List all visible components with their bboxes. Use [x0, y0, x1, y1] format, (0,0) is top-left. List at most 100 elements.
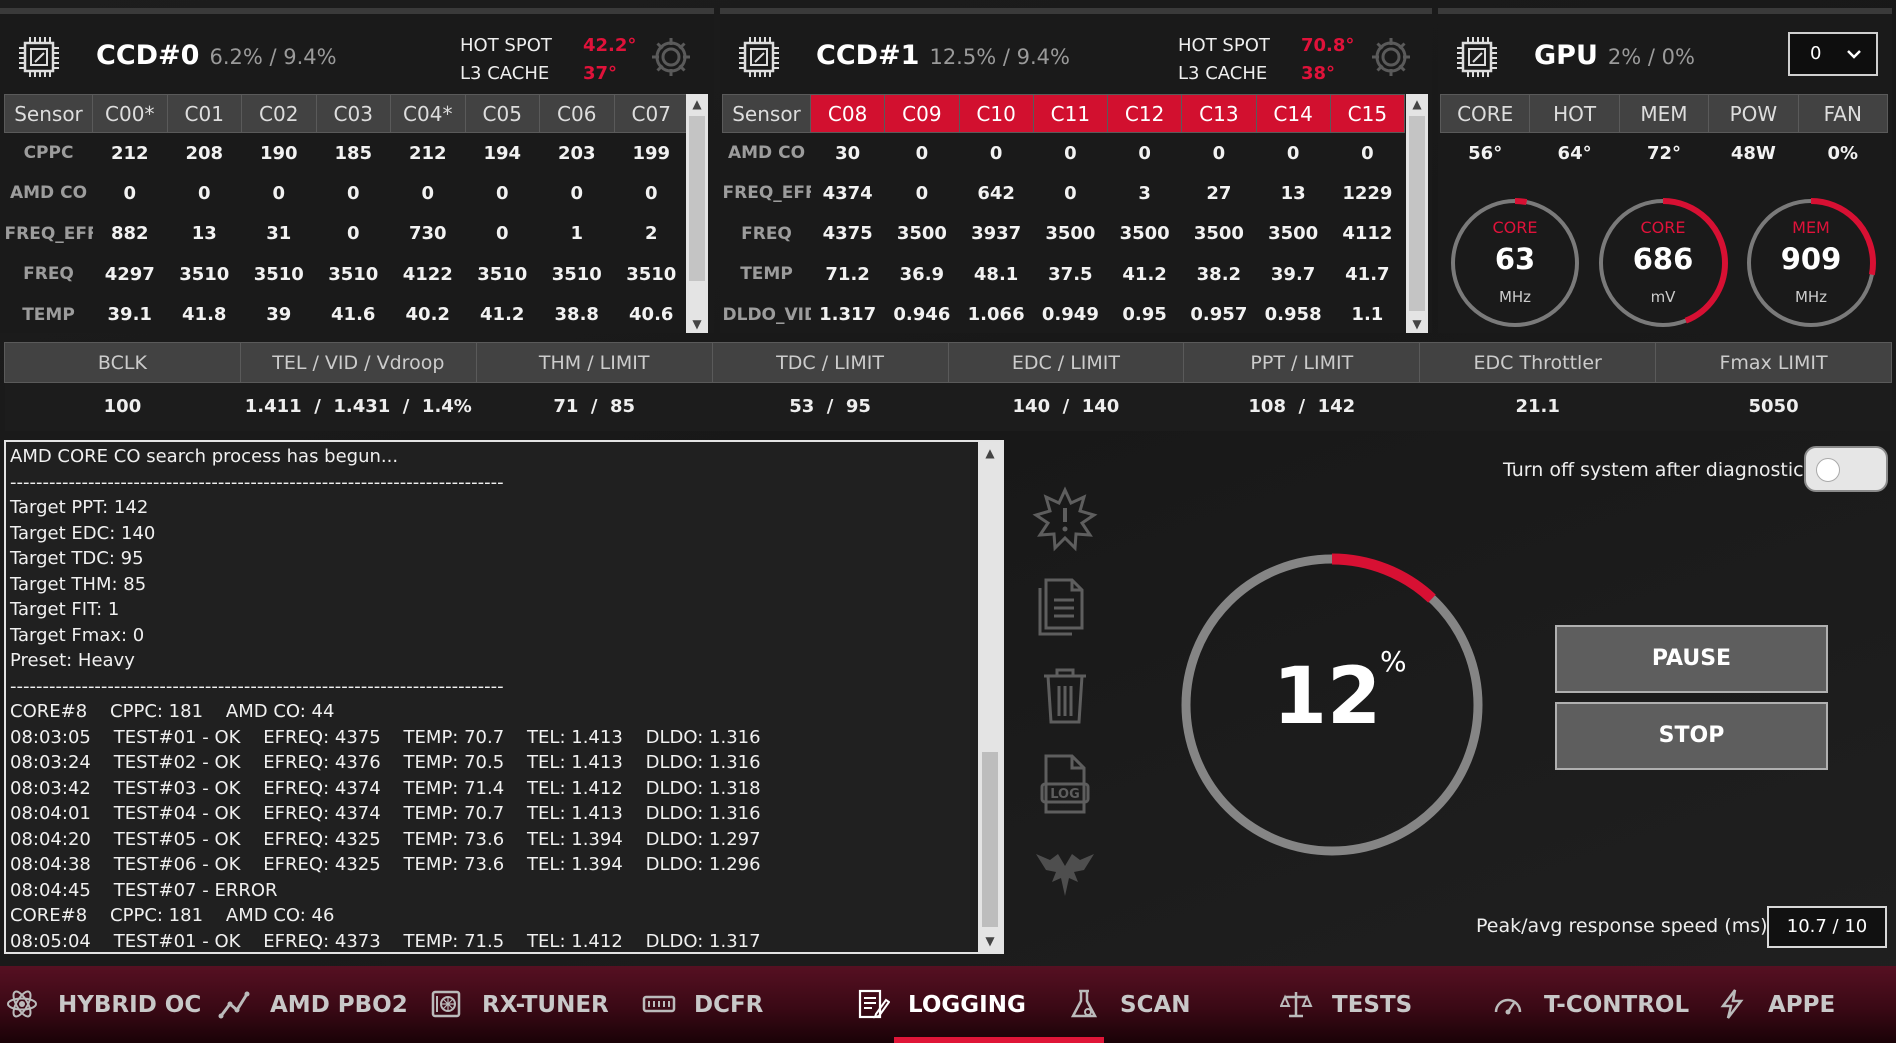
nav-item-amd-pbo2[interactable]: AMD PBO2 [218, 966, 408, 1043]
column-header[interactable]: C09 [884, 94, 960, 133]
row-label: FREQ_EFF [722, 183, 811, 204]
power-limits-table: BCLK TEL / VID / Vdroop THM / LIMIT TDC / L… [4, 342, 1892, 431]
stats-header[interactable]: TDC / LIMIT [711, 342, 949, 383]
table-cell: 4112 [1342, 223, 1393, 245]
column-header[interactable]: C11 [1032, 94, 1109, 133]
shutdown-toggle[interactable] [1804, 446, 1888, 492]
table-cell: 36.9 [899, 263, 945, 285]
ccd1-load: 12.5% / 9.4% [929, 45, 1070, 69]
table-cell: 190 [259, 142, 298, 164]
table-cell: 1 [570, 223, 584, 245]
gpu-select-value: 0 [1810, 43, 1822, 64]
nav-item-appe[interactable]: APPE [1716, 966, 1835, 1043]
stats-value: 100 [4, 382, 241, 431]
l3-value: 37° [583, 63, 618, 84]
stats-header[interactable]: THM / LIMIT [475, 342, 713, 383]
stop-button[interactable]: STOP [1555, 702, 1828, 770]
log-line: CORE#8 CPPC: 181 AMD CO: 46 [10, 905, 335, 926]
table-cell: 41.2 [1122, 263, 1167, 285]
nav-item-label: LOGGING [908, 991, 1026, 1018]
ccd1-scrollbar[interactable]: ▲ ▼ [1406, 94, 1428, 333]
nav-item-rx-tuner[interactable]: RX-TUNER [430, 966, 609, 1043]
scroll-up-icon[interactable]: ▲ [1406, 94, 1428, 114]
nav-item-label: AMD PBO2 [270, 991, 408, 1018]
row-label: AMD CO [727, 143, 806, 163]
column-header[interactable]: C15 [1329, 94, 1406, 133]
scroll-thumb[interactable] [982, 752, 998, 927]
ccd0-scrollbar[interactable]: ▲ ▼ [686, 94, 708, 333]
stats-header[interactable]: EDC Throttler [1419, 342, 1657, 383]
settings-gear-icon[interactable] [648, 34, 694, 80]
table-row: DLDO_VID 1.317 0.946 1.066 0.949 0.95 0.957 0.9… [723, 295, 1405, 334]
column-header[interactable]: C08 [809, 94, 886, 133]
scroll-down-icon[interactable]: ▼ [686, 314, 708, 333]
table-cell: 1.066 [967, 304, 1025, 326]
column-header[interactable]: C04* [390, 94, 466, 133]
settings-gear-icon[interactable] [1368, 34, 1414, 80]
atom-icon [7, 990, 37, 1017]
scroll-down-icon[interactable]: ▼ [978, 934, 1002, 948]
stats-header[interactable]: TEL / VID / Vdroop [239, 342, 477, 383]
column-header[interactable]: C12 [1106, 94, 1183, 133]
nav-item-tests[interactable]: TESTS [1280, 966, 1412, 1043]
stats-header[interactable]: BCLK [4, 342, 241, 383]
gpu-select[interactable]: 0 [1788, 32, 1878, 76]
nav-item-hybrid-oc[interactable]: HYBRID OC [6, 966, 201, 1043]
svg-text:LOG: LOG [1050, 787, 1080, 802]
table-cell: 3510 [179, 263, 230, 285]
alert-burst-icon[interactable] [1030, 484, 1100, 554]
hotspot-value: 42.2° [583, 35, 637, 56]
table-cell: 3510 [253, 263, 304, 285]
column-header[interactable]: C05 [464, 94, 540, 133]
column-header[interactable]: C10 [958, 94, 1034, 133]
table-cell: 56° [1468, 142, 1503, 164]
stats-header[interactable]: EDC / LIMIT [947, 342, 1185, 383]
table-cell: 0.946 [893, 304, 951, 326]
gpu-gauge: CORE 63 MHz [1448, 196, 1582, 330]
ccd1-title: CCD#1 12.5% / 9.4% [816, 40, 1070, 71]
column-header[interactable]: C01 [166, 94, 242, 133]
column-header[interactable]: C07 [613, 94, 689, 133]
scroll-up-icon[interactable]: ▲ [686, 94, 708, 114]
eagle-logo-icon[interactable] [1030, 840, 1100, 910]
nav-item-dcfr[interactable]: DCFR [642, 966, 763, 1043]
trash-icon[interactable] [1030, 660, 1100, 730]
column-header[interactable]: HOT [1529, 94, 1620, 133]
column-header[interactable]: CORE [1439, 94, 1531, 133]
gpu-gauge: CORE 686 mV [1596, 196, 1730, 330]
column-header[interactable]: FAN [1797, 94, 1889, 133]
table-cell: 0.958 [1264, 304, 1322, 326]
column-header[interactable]: Sensor [4, 94, 93, 133]
log-console[interactable]: AMD CORE CO search process has begun... -… [4, 440, 1004, 954]
column-header[interactable]: MEM [1618, 94, 1710, 133]
table-cell: 0.957 [1190, 304, 1248, 326]
column-header[interactable]: C13 [1181, 94, 1257, 133]
table-cell: 40.6 [629, 304, 674, 326]
log-scrollbar[interactable]: ▲ ▼ [978, 442, 1002, 952]
stats-header[interactable]: Fmax LIMIT [1655, 342, 1892, 383]
table-row: FREQ 4375 3500 3937 3500 3500 3500 3500 4112 [723, 214, 1405, 255]
pause-button[interactable]: PAUSE [1555, 625, 1828, 693]
column-header[interactable]: C03 [315, 94, 391, 133]
copy-document-icon[interactable] [1030, 570, 1100, 640]
scroll-thumb[interactable] [689, 116, 705, 281]
stats-header[interactable]: PPT / LIMIT [1183, 342, 1421, 383]
nav-item-t-control[interactable]: T-CONTROL [1492, 966, 1689, 1043]
scroll-down-icon[interactable]: ▼ [1406, 314, 1428, 333]
column-header[interactable]: C00* [92, 94, 168, 133]
nav-item-scan[interactable]: SCAN [1068, 966, 1191, 1043]
nav-item-logging[interactable]: LOGGING [856, 966, 1026, 1043]
scroll-thumb[interactable] [1409, 116, 1425, 311]
scroll-up-icon[interactable]: ▲ [978, 446, 1002, 460]
l3-value: 38° [1301, 63, 1336, 84]
ccd1-sensor-table: Sensor C08 C09 C10 C11 C12 C13 C14 C15 AMD CO 30 0 0… [722, 94, 1406, 334]
column-header[interactable]: Sensor [722, 94, 811, 133]
column-header[interactable]: C02 [241, 94, 317, 133]
log-file-icon[interactable]: LOG [1030, 750, 1100, 820]
column-header[interactable]: POW [1708, 94, 1799, 133]
table-cell: 39.1 [107, 304, 152, 326]
ccd0-title: CCD#0 6.2% / 9.4% [96, 40, 337, 71]
table-cell: 0% [1827, 142, 1859, 164]
column-header[interactable]: C14 [1255, 94, 1331, 133]
column-header[interactable]: C06 [539, 94, 615, 133]
